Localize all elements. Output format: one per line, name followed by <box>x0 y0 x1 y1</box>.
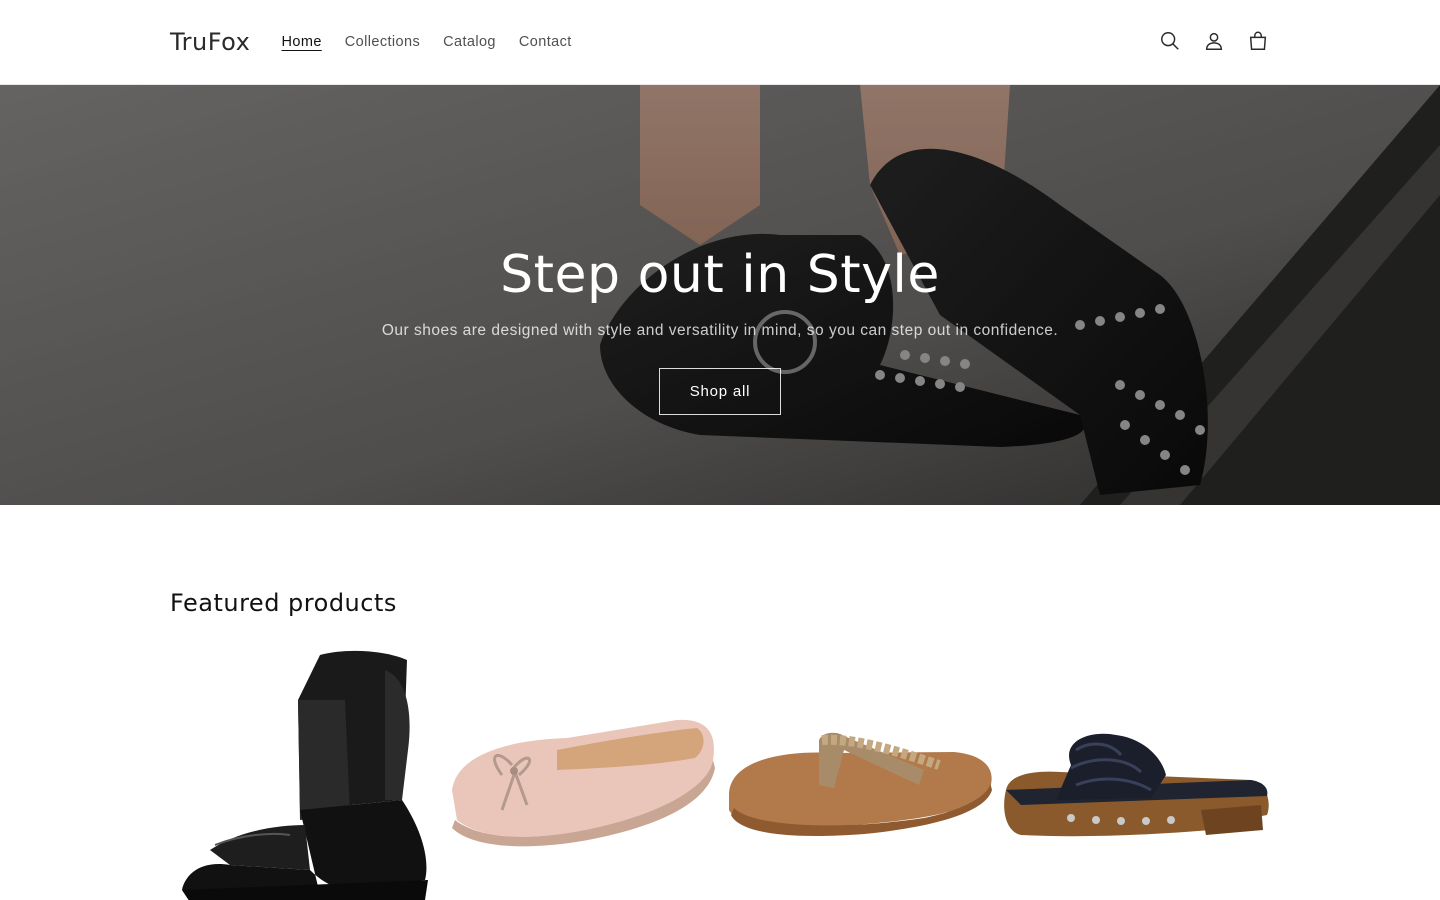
shop-all-button[interactable]: Shop all <box>659 368 781 415</box>
account-icon[interactable] <box>1202 29 1226 53</box>
hero-banner: Step out in Style Our shoes are designed… <box>0 85 1440 505</box>
nav-home[interactable]: Home <box>270 31 333 53</box>
nav-contact[interactable]: Contact <box>507 31 583 53</box>
cart-icon[interactable] <box>1246 29 1270 53</box>
tan-braided-flip-flop-image <box>729 732 992 836</box>
header-icons <box>1158 29 1270 53</box>
main-nav: Home Collections Catalog Contact <box>270 31 583 53</box>
search-icon[interactable] <box>1158 29 1182 53</box>
black-chelsea-boot-image <box>182 650 428 900</box>
featured-products-title: Featured products <box>170 589 397 617</box>
hero-title: Step out in Style <box>500 245 940 305</box>
navy-woven-clog-sandal-image <box>1004 733 1269 837</box>
nav-collections[interactable]: Collections <box>333 31 431 53</box>
product-grid <box>170 640 1270 900</box>
product-card-navy-woven-clog-sandal[interactable] <box>1001 640 1270 900</box>
product-card-black-chelsea-boot[interactable] <box>170 640 439 900</box>
hero-subtitle: Our shoes are designed with style and ve… <box>381 322 1059 339</box>
product-card-pink-ballet-flat[interactable] <box>447 640 716 900</box>
site-header: TruFox Home Collections Catalog Contact <box>0 0 1440 85</box>
play-icon[interactable] <box>753 310 817 374</box>
store-logo[interactable]: TruFox <box>170 28 250 56</box>
nav-catalog[interactable]: Catalog <box>432 31 508 53</box>
product-card-tan-braided-flip-flop[interactable] <box>724 640 993 900</box>
pink-ballet-flat-image <box>452 719 715 847</box>
